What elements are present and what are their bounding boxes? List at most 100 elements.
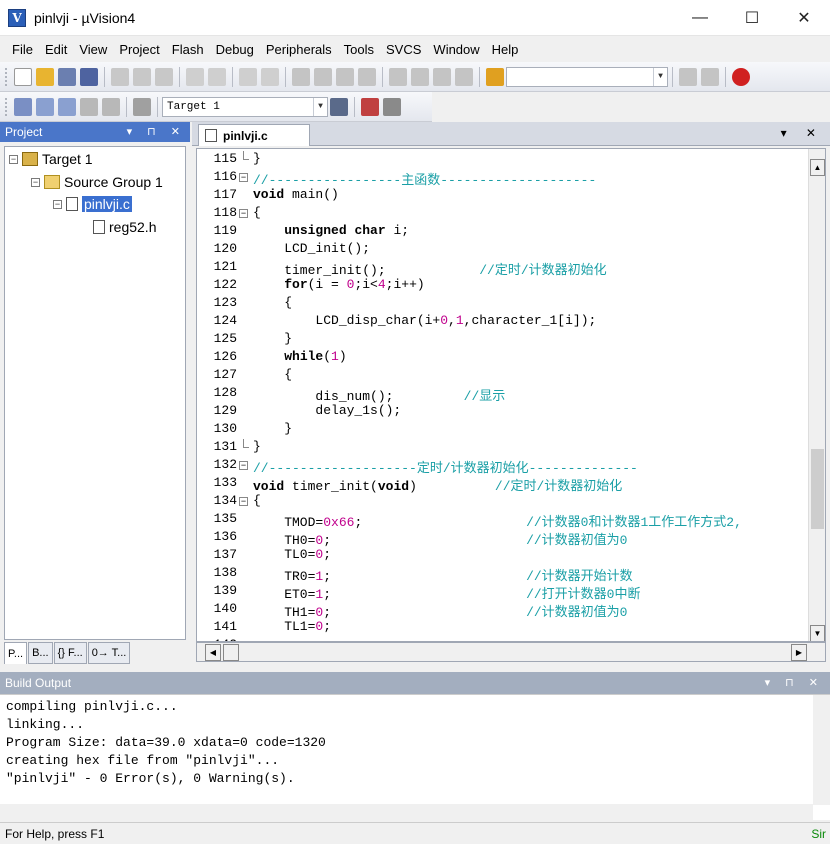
save-icon[interactable] (58, 67, 76, 86)
toolbar-grip[interactable] (4, 96, 8, 117)
build-icon[interactable] (36, 97, 54, 116)
tab-functions[interactable]: {} F... (53, 642, 87, 664)
minimize-button[interactable]: — (674, 0, 726, 36)
manage-components-icon[interactable] (361, 97, 379, 116)
menu-project[interactable]: Project (113, 42, 165, 57)
build-output-controls[interactable]: ▾ ⊓ ✕ (765, 672, 824, 694)
copy-icon[interactable] (133, 67, 151, 86)
incremental-find-icon[interactable] (701, 67, 719, 86)
code-line[interactable]: { (253, 205, 261, 220)
tab-project[interactable]: P... (4, 642, 28, 664)
debug-start-icon[interactable] (732, 67, 750, 86)
code-line[interactable]: TH1=0; //计数器初值为0 (253, 601, 627, 620)
tree-node-source-group[interactable]: − Source Group 1 (31, 172, 163, 192)
menu-tools[interactable]: Tools (338, 42, 380, 57)
close-button[interactable]: ✕ (778, 0, 830, 36)
code-line[interactable]: dis_num(); //显示 (253, 385, 505, 404)
menu-view[interactable]: View (73, 42, 113, 57)
code-line[interactable]: { (253, 493, 261, 508)
target-options-icon[interactable] (330, 97, 348, 116)
code-line[interactable]: TH0=0; //计数器初值为0 (253, 529, 627, 548)
code-line[interactable]: } (253, 151, 261, 166)
indent-icon[interactable] (389, 67, 407, 86)
build-output-panel[interactable]: compiling pinlvji.c... linking... Progra… (0, 694, 830, 820)
scroll-right-button[interactable]: ▶ (791, 644, 807, 661)
vertical-scrollbar[interactable]: ▲ ▼ (808, 149, 825, 641)
collapse-toggle-icon[interactable]: − (53, 199, 62, 209)
code-line[interactable]: unsigned char i; (253, 223, 409, 238)
nav-forward-icon[interactable] (261, 67, 279, 86)
menu-svcs[interactable]: SVCS (380, 42, 427, 57)
build-horizontal-scrollbar[interactable] (0, 804, 813, 820)
bookmark-icon[interactable] (292, 67, 310, 86)
code-line[interactable]: delay_1s(); (253, 403, 401, 418)
project-panel-controls[interactable]: ▾ ⊓ ✕ (127, 122, 186, 142)
next-bookmark-icon[interactable] (336, 67, 354, 86)
code-line[interactable]: while(1) (253, 349, 346, 364)
code-line[interactable]: void main() (253, 187, 339, 202)
maximize-button[interactable]: ☐ (726, 0, 778, 36)
open-folder-icon[interactable] (36, 67, 54, 86)
redo-icon[interactable] (208, 67, 226, 86)
code-editor[interactable]: ▲ ▼ 115} 116−//-----------------主函数------… (196, 148, 826, 642)
scroll-up-button[interactable]: ▲ (810, 159, 825, 176)
batch-build-icon[interactable] (80, 97, 98, 116)
code-line[interactable]: TL1=0; (253, 619, 331, 634)
code-line[interactable]: LCD_init(); (253, 241, 370, 256)
nav-back-icon[interactable] (239, 67, 257, 86)
scroll-down-button[interactable]: ▼ (810, 625, 825, 641)
code-line[interactable]: TL0=0; (253, 547, 331, 562)
find-combo[interactable]: ▼ (506, 66, 668, 87)
fold-toggle-icon[interactable]: − (239, 461, 248, 470)
tab-pinlvji-c[interactable]: pinlvji.c (198, 124, 310, 146)
tree-node-target[interactable]: − Target 1 (9, 149, 93, 169)
menu-flash[interactable]: Flash (166, 42, 210, 57)
code-line[interactable]: //-----------------主函数------------------… (253, 169, 596, 188)
code-line[interactable]: ET0=1; //打开计数器0中断 (253, 583, 640, 602)
menu-window[interactable]: Window (427, 42, 485, 57)
tree-node-reg52-h[interactable]: reg52.h (93, 217, 156, 237)
code-line[interactable]: { (253, 367, 292, 382)
code-line[interactable]: TR0=1; //计数器开始计数 (253, 565, 632, 584)
menu-debug[interactable]: Debug (210, 42, 260, 57)
code-line[interactable]: for(i = 0;i<4;i++) (253, 277, 424, 292)
save-all-icon[interactable] (80, 67, 98, 86)
translate-icon[interactable] (14, 97, 32, 116)
collapse-toggle-icon[interactable]: − (31, 177, 40, 187)
collapse-toggle-icon[interactable]: − (9, 154, 18, 164)
code-line[interactable]: LCD_disp_char(i+0,1,character_1[i]); (253, 313, 596, 328)
manage-books-icon[interactable] (383, 97, 401, 116)
uncomment-icon[interactable] (455, 67, 473, 86)
code-line[interactable]: //-------------------定时/计数器初始化----------… (253, 457, 638, 476)
code-line[interactable]: } (253, 421, 292, 436)
build-vertical-scrollbar[interactable] (813, 695, 830, 805)
unindent-icon[interactable] (411, 67, 429, 86)
toolbar-grip[interactable] (4, 66, 8, 87)
menu-help[interactable]: Help (486, 42, 525, 57)
find-in-files-icon[interactable] (486, 67, 504, 86)
find-icon[interactable] (679, 67, 697, 86)
menu-edit[interactable]: Edit (39, 42, 73, 57)
paste-icon[interactable] (155, 67, 173, 86)
fold-toggle-icon[interactable]: − (239, 209, 248, 218)
menu-file[interactable]: File (6, 42, 39, 57)
comment-icon[interactable] (433, 67, 451, 86)
undo-icon[interactable] (186, 67, 204, 86)
code-line[interactable]: } (253, 439, 261, 454)
tab-templates[interactable]: 0→ T... (87, 642, 131, 664)
fold-toggle-icon[interactable]: − (239, 173, 248, 182)
code-line[interactable]: timer_init(); //定时/计数器初始化 (253, 259, 606, 278)
code-line[interactable]: TMOD=0x66; //计数器0和计数器1工作工作方式2, (253, 511, 742, 530)
new-file-icon[interactable] (14, 67, 32, 86)
scroll-thumb[interactable] (811, 449, 824, 529)
rebuild-icon[interactable] (58, 97, 76, 116)
scroll-left-button[interactable]: ◀ (205, 644, 221, 661)
tree-node-pinlvji-c[interactable]: − pinlvji.c (53, 194, 132, 214)
code-line[interactable]: { (253, 295, 292, 310)
cut-icon[interactable] (111, 67, 129, 86)
prev-bookmark-icon[interactable] (314, 67, 332, 86)
fold-toggle-icon[interactable]: − (239, 497, 248, 506)
load-download-icon[interactable] (133, 97, 151, 116)
editor-tab-controls[interactable]: ▾ ✕ (781, 126, 824, 140)
code-line[interactable]: void timer_init(void) //定时/计数器初始化 (253, 475, 622, 494)
